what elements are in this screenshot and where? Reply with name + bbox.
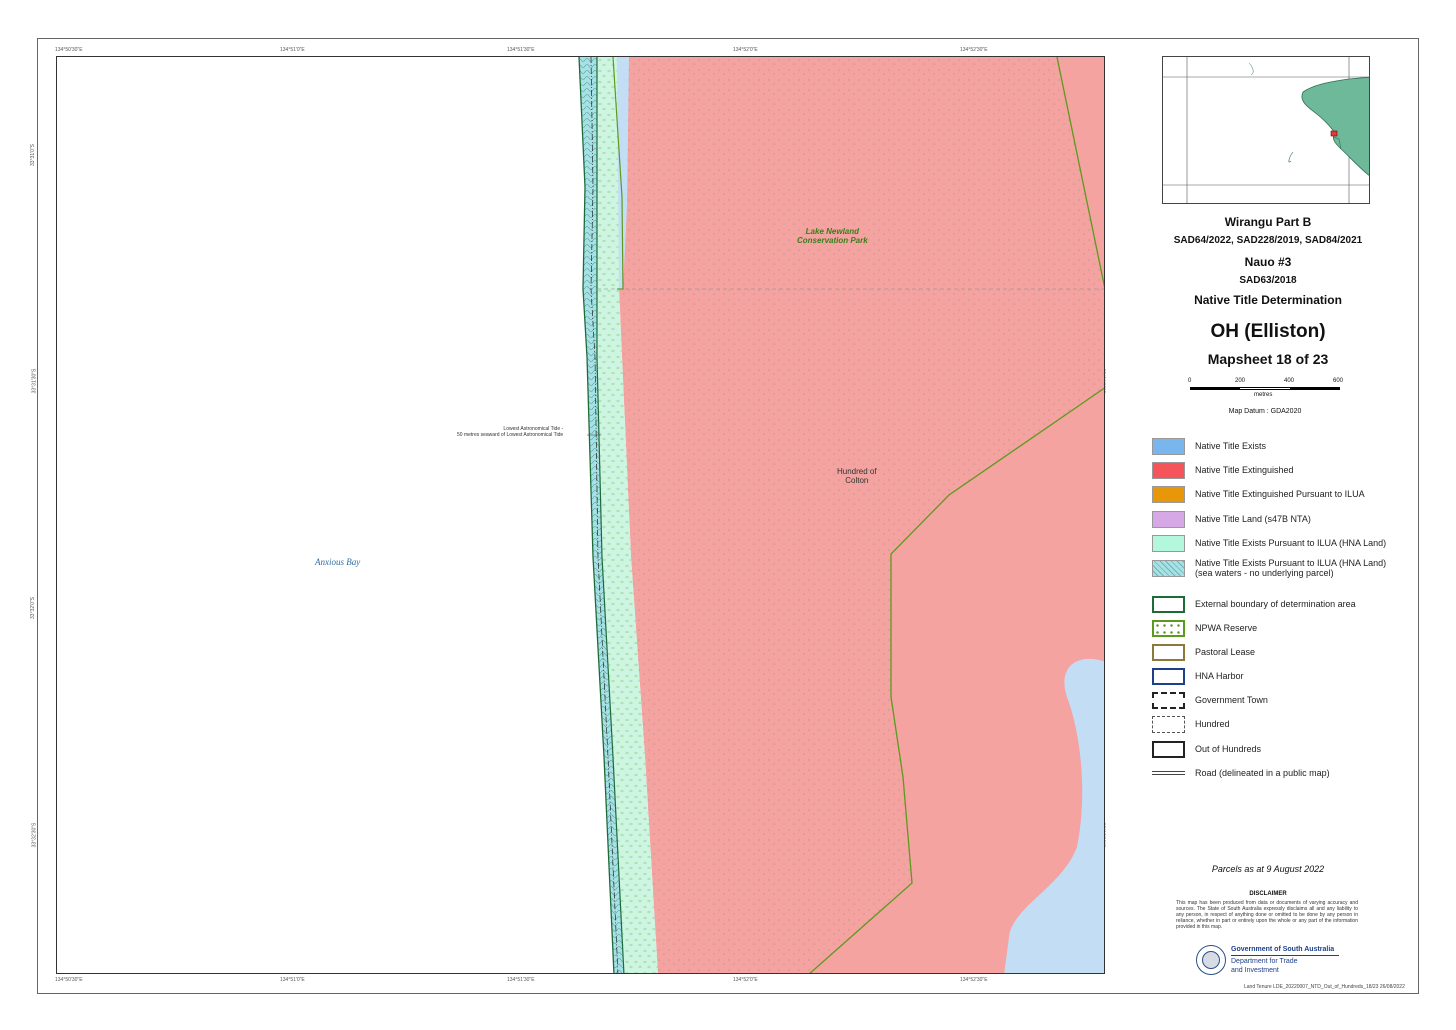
legend-label: Native Title Exists Pursuant to ILUA (HN…	[1195, 558, 1387, 578]
legend-label: Pastoral Lease	[1195, 647, 1256, 657]
map-canvas[interactable]: Lake Newland Conservation Park Anxious B…	[56, 56, 1105, 974]
ticks-left-label: 33°32'0"S	[29, 597, 36, 619]
legend-item: Road (delineated in a public map)	[1152, 764, 1330, 782]
legend-swatch	[1152, 437, 1185, 455]
legend-label: Government Town	[1195, 695, 1268, 705]
locator-inset[interactable]	[1162, 56, 1370, 204]
anxious-bay-label: Anxious Bay	[315, 557, 361, 567]
ticks-left-label: 33°32'30"S	[31, 822, 38, 848]
hundred-colton-label: Hundred of Colton	[837, 467, 877, 485]
tide-note-label: Lowest Astronomical Tide - 50 metres sea…	[457, 426, 564, 438]
inset-location-marker	[1330, 130, 1338, 137]
scale-tick-2: 400	[1284, 378, 1295, 384]
scale-bar: 0 200 400 600 metres	[1188, 378, 1344, 408]
legend-item: HNA Harbor	[1152, 667, 1244, 685]
legend-item: Hundred	[1152, 715, 1230, 733]
legend-swatch	[1152, 771, 1185, 775]
title-line-3: Nauo #3	[1244, 255, 1292, 269]
legend-label: Native Title Extinguished	[1195, 465, 1294, 475]
gov-line-2: Department for Trade	[1231, 958, 1298, 965]
ticks-top-label: 134°51'0"E	[280, 47, 305, 53]
inset-landmass	[1301, 76, 1369, 176]
legend-item: Native Title Extinguished Pursuant to IL…	[1152, 485, 1365, 503]
legend-label: External boundary of determination area	[1195, 599, 1356, 609]
legend-swatch	[1152, 715, 1185, 733]
legend-swatch	[1152, 461, 1185, 479]
parcels-note: Parcels as at 9 August 2022	[1211, 864, 1325, 874]
gov-line-3: and Investment	[1231, 967, 1279, 974]
ticks-bottom-label: 134°52'30"E	[960, 977, 988, 983]
legend-item: Pastoral Lease	[1152, 643, 1255, 661]
scale-tick-3: 600	[1333, 378, 1344, 384]
disclaimer-text: This map has been produced from data or …	[1176, 900, 1358, 930]
ticks-left-label: 33°31'30"S	[31, 368, 38, 394]
title-line-1: Wirangu Part B	[1224, 215, 1312, 229]
legend-label: Out of Hundreds	[1195, 744, 1262, 754]
legend-swatch	[1152, 667, 1185, 685]
legend-swatch	[1152, 510, 1185, 528]
map-svg	[578, 57, 1104, 973]
ticks-left-label: 33°31'0"S	[29, 144, 36, 166]
gov-line-1: Government of South Australia	[1231, 946, 1335, 953]
scale-unit: metres	[1254, 392, 1273, 398]
legend-swatch	[1152, 619, 1185, 637]
title-line-5: Native Title Determination	[1194, 293, 1342, 307]
ticks-bottom-label: 134°50'30"E	[55, 977, 83, 983]
main-title: OH (Elliston)	[1210, 321, 1326, 342]
legend-label: Native Title Exists	[1195, 441, 1267, 451]
title-line-2: SAD64/2022, SAD228/2019, SAD84/2021	[1173, 235, 1363, 246]
scale-tick-0: 0	[1188, 378, 1192, 384]
disclaimer-title: DISCLAIMER	[1249, 891, 1287, 897]
legend-swatch	[1152, 485, 1185, 503]
ticks-top-label: 134°52'0"E	[733, 47, 758, 53]
legend-item: Native Title Exists Pursuant to ILUA (HN…	[1152, 558, 1387, 578]
legend-label: HNA Harbor	[1195, 671, 1244, 681]
legend-item: Government Town	[1152, 691, 1268, 709]
legend-swatch	[1152, 691, 1185, 709]
lake-newland-label: Lake Newland Conservation Park	[797, 227, 868, 245]
legend-label: Hundred	[1195, 719, 1230, 729]
ticks-bottom-label: 134°52'0"E	[733, 977, 758, 983]
legend-swatch	[1152, 559, 1185, 577]
legend-swatch	[1152, 595, 1185, 613]
government-seal-icon	[1196, 945, 1226, 975]
file-reference: Land Tenure LDE_20220007_NTD_Out_of_Hund…	[1244, 984, 1405, 990]
title-line-4: SAD63/2018	[1239, 275, 1297, 286]
legend-item: Native Title Extinguished	[1152, 461, 1294, 479]
legend-label: Road (delineated in a public map)	[1195, 768, 1330, 778]
legend-swatch	[1152, 740, 1185, 758]
map-datum: Map Datum : GDA2020	[1228, 408, 1302, 415]
ticks-top-label: 134°52'30"E	[960, 47, 988, 53]
locator-svg	[1163, 57, 1369, 203]
legend-swatch	[1152, 534, 1185, 552]
ticks-bottom-label: 134°51'0"E	[280, 977, 305, 983]
legend-swatch	[1152, 643, 1185, 661]
legend-label: NPWA Reserve	[1195, 623, 1258, 633]
ticks-top-label: 134°51'30"E	[507, 47, 535, 53]
legend-item: Native Title Exists Pursuant to ILUA (HN…	[1152, 534, 1386, 552]
legend-label: Native Title Exists Pursuant to ILUA (HN…	[1195, 538, 1387, 548]
legend-item: Native Title Exists	[1152, 437, 1266, 455]
mapsheet-title: Mapsheet 18 of 23	[1207, 351, 1329, 367]
ticks-top-label: 134°50'30"E	[55, 47, 83, 53]
ticks-bottom-label: 134°51'30"E	[507, 977, 535, 983]
legend-label: Native Title Land (s47B NTA)	[1195, 514, 1311, 524]
legend-item: Out of Hundreds	[1152, 740, 1261, 758]
legend-item: Native Title Land (s47B NTA)	[1152, 510, 1311, 528]
legend-label: Native Title Extinguished Pursuant to IL…	[1195, 489, 1365, 499]
legend-item: NPWA Reserve	[1152, 619, 1257, 637]
scale-tick-1: 200	[1235, 378, 1246, 384]
legend-item: External boundary of determination area	[1152, 595, 1356, 613]
